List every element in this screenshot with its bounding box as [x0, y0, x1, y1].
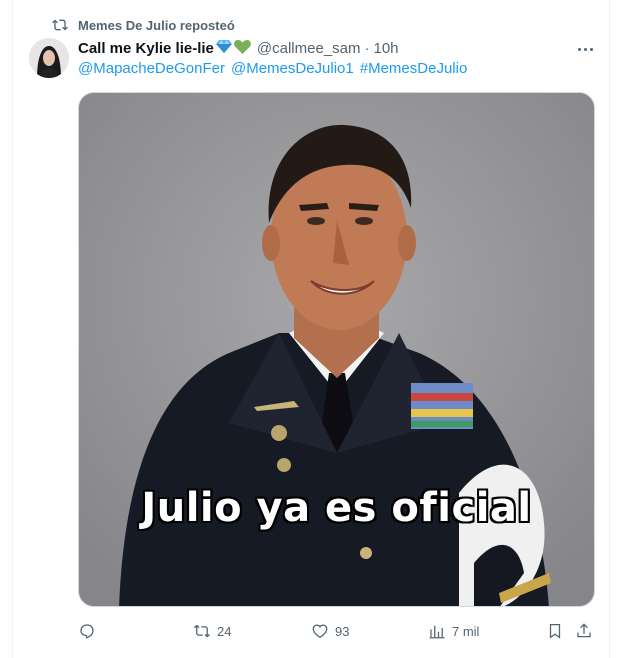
tweet-header: Call me Kylie lie-lie @callmee_sam · 10h: [78, 38, 590, 58]
tweet-text: @MapacheDeGonFer @MemesDeJulio1 #MemesDe…: [78, 60, 467, 77]
social-context[interactable]: Memes De Julio reposteó: [52, 16, 235, 34]
repost-text: Memes De Julio reposteó: [78, 17, 235, 33]
avatar[interactable]: [29, 38, 69, 78]
author-handle[interactable]: @callmee_sam: [257, 40, 361, 57]
views-button[interactable]: 7 mil: [428, 620, 479, 642]
views-count: 7 mil: [452, 623, 480, 639]
mention-link[interactable]: @MemesDeJulio1: [231, 60, 354, 77]
repost-count: 24: [217, 623, 232, 639]
green-heart-emoji-icon: [234, 39, 251, 58]
repost-button[interactable]: 24: [193, 620, 231, 642]
bookmark-button[interactable]: [546, 620, 564, 642]
share-button[interactable]: [575, 620, 593, 642]
like-count: 93: [335, 623, 350, 639]
timestamp[interactable]: 10h: [374, 40, 399, 57]
reply-button[interactable]: [78, 620, 102, 642]
repost-icon: [194, 624, 210, 638]
more-options-icon[interactable]: [574, 40, 596, 58]
hashtag-link[interactable]: #MemesDeJulio: [360, 60, 468, 77]
diamond-emoji-icon: [215, 39, 232, 57]
separator-dot: ·: [364, 39, 370, 57]
analytics-icon: [429, 625, 445, 639]
repost-icon: [52, 19, 68, 31]
share-icon: [577, 623, 591, 638]
action-bar: 24 93 7 mil: [78, 620, 610, 642]
tweet-image[interactable]: Julio ya es oficial: [78, 92, 595, 607]
reply-icon: [80, 624, 94, 639]
author-name[interactable]: Call me Kylie lie-lie: [78, 40, 214, 57]
like-button[interactable]: 93: [311, 620, 349, 642]
heart-icon: [312, 624, 328, 639]
image-caption: Julio ya es oficial: [141, 485, 532, 531]
mention-link[interactable]: @MapacheDeGonFer: [78, 60, 225, 77]
bookmark-icon: [549, 623, 561, 639]
